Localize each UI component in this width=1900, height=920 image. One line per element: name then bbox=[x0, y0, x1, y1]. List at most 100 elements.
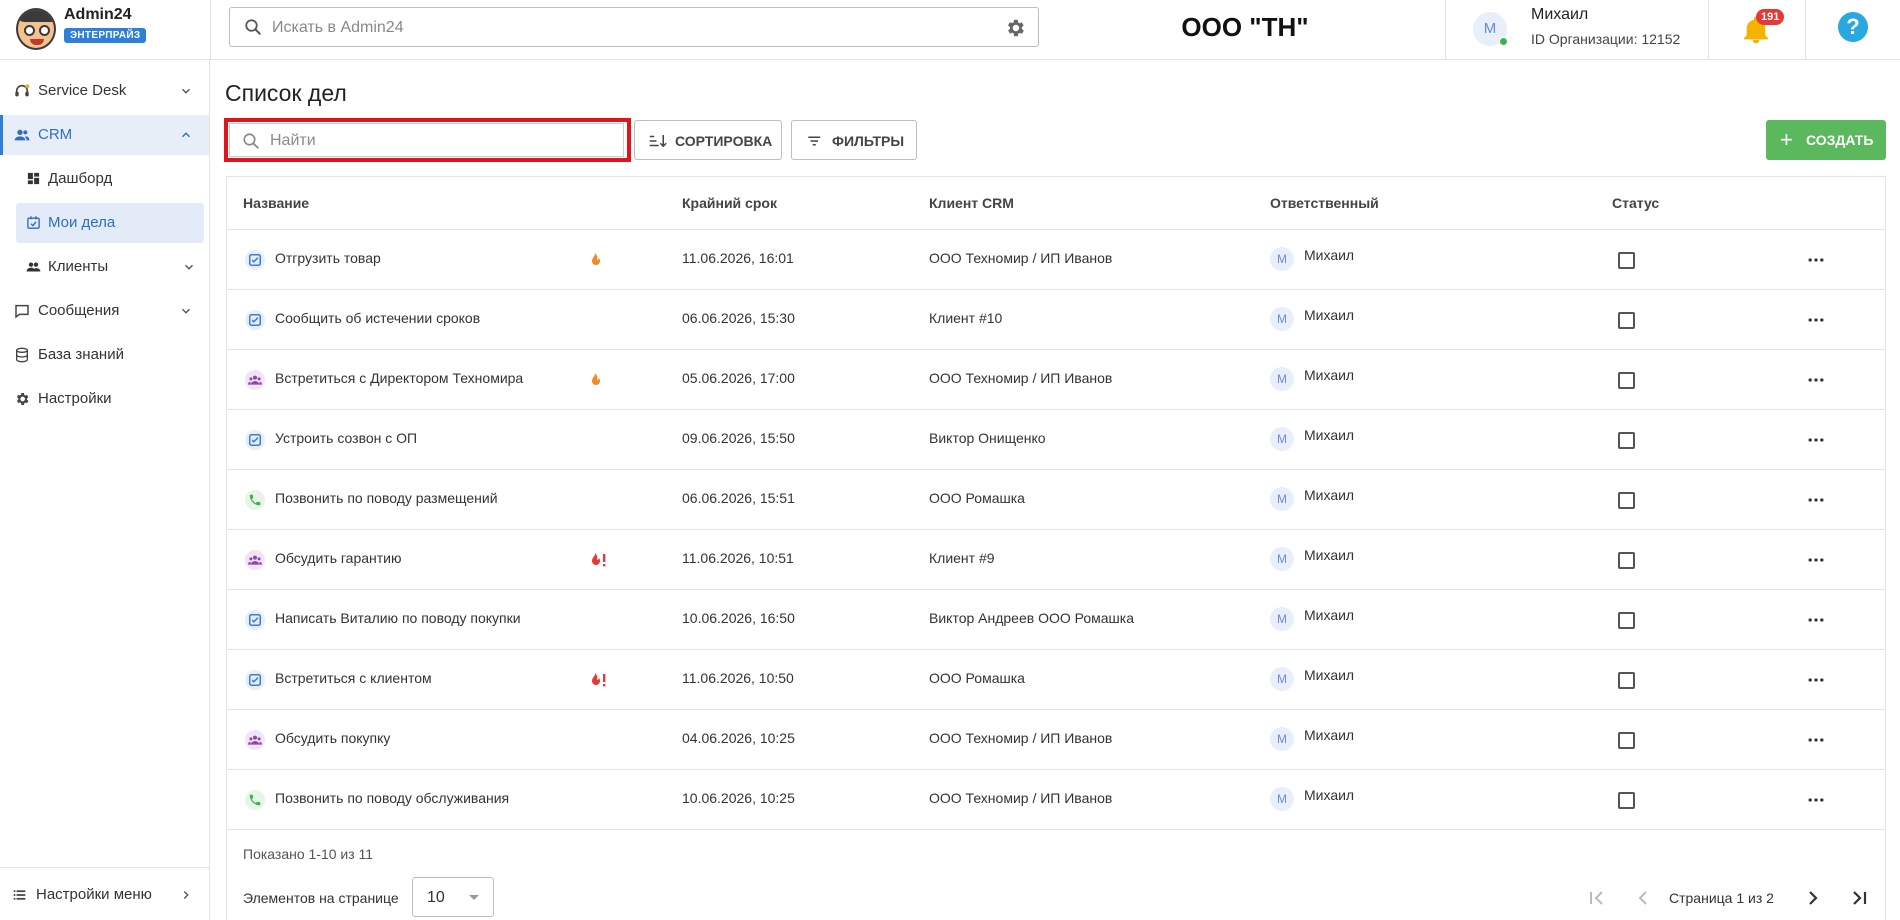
column-header-client[interactable]: Клиент CRM bbox=[929, 195, 1014, 211]
more-actions-icon[interactable] bbox=[1806, 370, 1826, 390]
more-actions-icon[interactable] bbox=[1806, 670, 1826, 690]
task-name[interactable]: Обсудить гарантию bbox=[275, 550, 402, 566]
status-checkbox[interactable] bbox=[1618, 792, 1635, 809]
task-client[interactable]: ООО Техномир / ИП Иванов bbox=[929, 370, 1112, 386]
task-deadline: 06.06.2026, 15:30 bbox=[682, 310, 795, 326]
task-client[interactable]: ООО Ромашка bbox=[929, 670, 1025, 686]
per-page-select[interactable]: 10 bbox=[412, 877, 494, 917]
prev-page-icon[interactable] bbox=[1631, 886, 1655, 910]
task-client[interactable]: ООО Техномир / ИП Иванов bbox=[929, 730, 1112, 746]
table-row[interactable]: Позвонить по поводу размещений 06.06.2026… bbox=[227, 470, 1885, 530]
table-row[interactable]: Отгрузить товар 11.06.2026, 16:01 ООО Техн… bbox=[227, 230, 1885, 290]
header-divider bbox=[210, 0, 211, 60]
organization-id: ID Организации: 12152 bbox=[1531, 31, 1681, 47]
more-actions-icon[interactable] bbox=[1806, 430, 1826, 450]
sidebar-item-messages[interactable]: Сообщения bbox=[0, 291, 209, 331]
sidebar-item-dashboard[interactable]: Дашборд bbox=[16, 159, 204, 199]
table-row[interactable]: Обсудить гарантию 11.06.2026, 10:51 Клиент… bbox=[227, 530, 1885, 590]
create-button[interactable]: + СОЗДАТЬ bbox=[1766, 120, 1886, 160]
table-row[interactable]: Сообщить об истечении сроков 06.06.2026, … bbox=[227, 290, 1885, 350]
task-client[interactable]: ООО Техномир / ИП Иванов bbox=[929, 250, 1112, 266]
status-checkbox[interactable] bbox=[1618, 672, 1635, 689]
filters-button-label: ФИЛЬТРЫ bbox=[832, 133, 905, 149]
task-client[interactable]: ООО Техномир / ИП Иванов bbox=[929, 790, 1112, 806]
column-header-name[interactable]: Название bbox=[243, 195, 309, 211]
table-row[interactable]: Устроить созвон с ОП 09.06.2026, 15:50 Вик… bbox=[227, 410, 1885, 470]
more-actions-icon[interactable] bbox=[1806, 730, 1826, 750]
help-icon[interactable]: ? bbox=[1838, 12, 1868, 42]
global-search-input[interactable] bbox=[272, 16, 972, 40]
task-name[interactable]: Написать Виталию по поводу покупки bbox=[275, 610, 521, 626]
status-checkbox[interactable] bbox=[1618, 252, 1635, 269]
tasks-search-box[interactable] bbox=[224, 118, 631, 162]
per-page-value: 10 bbox=[427, 889, 445, 906]
search-settings-gear-icon[interactable] bbox=[1004, 17, 1026, 39]
sidebar-item-settings[interactable]: Настройки bbox=[0, 379, 209, 419]
task-client[interactable]: Виктор Онищенко bbox=[929, 430, 1046, 446]
task-name[interactable]: Встретиться с клиентом bbox=[275, 670, 432, 686]
sidebar-item-clients[interactable]: Клиенты bbox=[16, 247, 204, 287]
status-checkbox[interactable] bbox=[1618, 432, 1635, 449]
more-actions-icon[interactable] bbox=[1806, 310, 1826, 330]
task-name[interactable]: Устроить созвон с ОП bbox=[275, 430, 417, 446]
filters-button[interactable]: ФИЛЬТРЫ bbox=[791, 120, 917, 160]
task-client[interactable]: Виктор Андреев ООО Ромашка bbox=[929, 610, 1134, 626]
app-logo[interactable]: Admin24 ЭНТЕРПРАЙЗ bbox=[14, 6, 214, 54]
sidebar-item-label: Клиенты bbox=[48, 258, 109, 275]
more-actions-icon[interactable] bbox=[1806, 490, 1826, 510]
table-row[interactable]: Встретиться с клиентом 11.06.2026, 10:50 О… bbox=[227, 650, 1885, 710]
table-row[interactable]: Встретиться с Директором Техномира 05.06.… bbox=[227, 350, 1885, 410]
sidebar-item-crm[interactable]: CRM bbox=[0, 115, 209, 155]
more-actions-icon[interactable] bbox=[1806, 610, 1826, 630]
avatar: М bbox=[1270, 727, 1294, 751]
task-client[interactable]: Клиент #10 bbox=[929, 310, 1002, 326]
search-icon bbox=[243, 133, 259, 149]
user-name[interactable]: Михаил bbox=[1531, 6, 1588, 24]
first-page-icon[interactable] bbox=[1585, 886, 1609, 910]
task-name[interactable]: Встретиться с Директором Техномира bbox=[275, 370, 523, 386]
task-deadline: 11.06.2026, 10:50 bbox=[682, 670, 794, 686]
global-search[interactable] bbox=[229, 7, 1039, 47]
top-header: Admin24 ЭНТЕРПРАЙЗ ООО "ТН" М Михаил ID … bbox=[0, 0, 1900, 60]
gear-icon bbox=[16, 393, 29, 405]
status-checkbox[interactable] bbox=[1618, 552, 1635, 569]
status-checkbox[interactable] bbox=[1618, 612, 1635, 629]
logo-mascot-icon bbox=[16, 8, 56, 50]
task-deadline: 11.06.2026, 10:51 bbox=[682, 550, 794, 566]
sidebar-item-knowledge-base[interactable]: База знаний bbox=[0, 335, 209, 375]
organization-title: ООО "ТН" bbox=[1181, 12, 1309, 42]
next-page-icon[interactable] bbox=[1801, 886, 1825, 910]
status-checkbox[interactable] bbox=[1618, 492, 1635, 509]
table-row[interactable]: Обсудить покупку 04.06.2026, 10:25 ООО Тех… bbox=[227, 710, 1885, 770]
task-client[interactable]: Клиент #9 bbox=[929, 550, 995, 566]
table-row[interactable]: Позвонить по поводу обслуживания 10.06.20… bbox=[227, 770, 1885, 830]
status-checkbox[interactable] bbox=[1618, 312, 1635, 329]
status-checkbox[interactable] bbox=[1618, 732, 1635, 749]
task-checkbox-icon bbox=[245, 310, 265, 330]
column-header-responsible[interactable]: Ответственный bbox=[1270, 195, 1379, 211]
task-deadline: 11.06.2026, 16:01 bbox=[682, 250, 794, 266]
task-name[interactable]: Отгрузить товар bbox=[275, 250, 381, 266]
more-actions-icon[interactable] bbox=[1806, 250, 1826, 270]
sort-button[interactable]: СОРТИРОВКА bbox=[634, 120, 782, 160]
task-responsible: Михаил bbox=[1304, 367, 1355, 383]
sidebar-item-service-desk[interactable]: Service Desk bbox=[0, 71, 209, 111]
tasks-search-input[interactable] bbox=[270, 130, 570, 152]
last-page-icon[interactable] bbox=[1847, 886, 1871, 910]
column-header-deadline[interactable]: Крайний срок bbox=[682, 195, 777, 211]
sidebar-menu-settings[interactable]: Настройки меню bbox=[0, 867, 209, 920]
status-checkbox[interactable] bbox=[1618, 372, 1635, 389]
task-client[interactable]: ООО Ромашка bbox=[929, 490, 1025, 506]
column-header-status[interactable]: Статус bbox=[1612, 195, 1659, 211]
meeting-icon bbox=[245, 370, 265, 390]
task-name[interactable]: Обсудить покупку bbox=[275, 730, 390, 746]
more-actions-icon[interactable] bbox=[1806, 550, 1826, 570]
users-icon bbox=[14, 129, 30, 141]
sidebar-item-my-tasks[interactable]: Мои дела bbox=[16, 203, 204, 243]
more-actions-icon[interactable] bbox=[1806, 790, 1826, 810]
task-name[interactable]: Сообщить об истечении сроков bbox=[275, 310, 480, 326]
table-row[interactable]: Написать Виталию по поводу покупки 10.06.… bbox=[227, 590, 1885, 650]
task-name[interactable]: Позвонить по поводу размещений bbox=[275, 490, 498, 506]
task-name[interactable]: Позвонить по поводу обслуживания bbox=[275, 790, 509, 806]
task-responsible: Михаил bbox=[1304, 247, 1355, 263]
